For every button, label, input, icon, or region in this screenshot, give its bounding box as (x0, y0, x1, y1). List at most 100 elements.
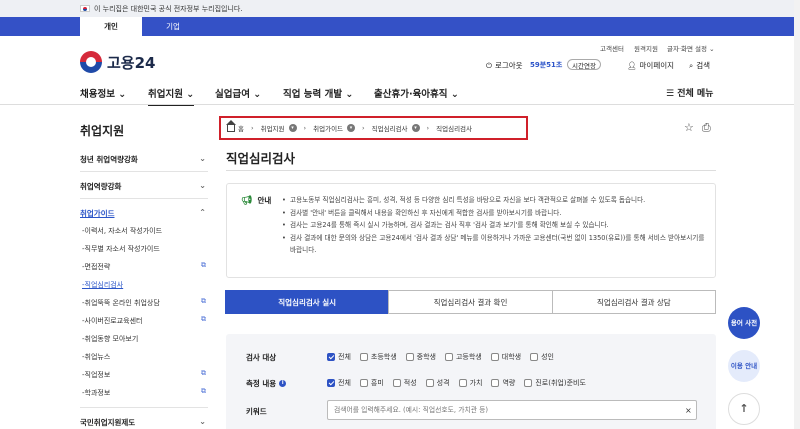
breadcrumb-item[interactable]: 취업지원 (261, 123, 285, 133)
logout-button[interactable]: ⏻ 로그아웃 (486, 60, 523, 71)
measure-options: 전체 흥미 적성 성격 가치 역량 진로(취업)준비도 (327, 378, 595, 388)
option-label: 성인 (541, 353, 554, 361)
sidebar-title: 취업지원 (80, 124, 125, 138)
logo-text: 고용24 (107, 53, 156, 72)
sidebar-sub-online-counsel[interactable]: -취업뚝뚝 온라인 취업상담 ⧉ (82, 297, 208, 308)
sidebar-sub-interview[interactable]: -면접전략 ⧉ (82, 261, 208, 272)
breadcrumb-separator-icon: › (362, 124, 365, 132)
target-option-college[interactable]: 대학생 (490, 352, 521, 362)
display-settings-link[interactable]: 글자·화면 설정 ⌄ (667, 43, 715, 53)
gnb-skill-development[interactable]: 직업 능력 개발 ⌄ (283, 86, 353, 100)
sidebar-item-national-support[interactable]: 국민취업지원제도 ⌄ (80, 417, 208, 428)
checkbox-icon (359, 353, 368, 361)
external-link-icon: ⧉ (201, 297, 206, 305)
gnb-job-info[interactable]: 채용정보 ⌄ (80, 86, 126, 100)
measure-option-all[interactable]: 전체 (327, 378, 351, 388)
sidebar-sub-psych-test[interactable]: -직업심리검사 (82, 280, 208, 290)
option-label: 중학생 (416, 353, 436, 361)
mypage-label: 마이페이지 (639, 61, 675, 70)
print-icon[interactable]: ⎙ (702, 121, 711, 135)
target-option-all[interactable]: 전체 (327, 352, 351, 362)
tab-check-results[interactable]: 직업심리검사 결과 확인 (388, 290, 553, 314)
sidebar-sub-label: -학과정보 (82, 389, 111, 397)
breadcrumb-home[interactable]: 홈 (238, 123, 244, 133)
measure-option-readiness[interactable]: 진로(취업)준비도 (524, 378, 586, 388)
target-option-elementary[interactable]: 초등학생 (359, 352, 397, 362)
measure-option-aptitude[interactable]: 적성 (392, 378, 417, 388)
option-label: 진로(취업)준비도 (535, 379, 586, 387)
page-scrollbar[interactable] (794, 0, 800, 429)
sidebar-sub-major-info[interactable]: -학과정보 ⧉ (82, 387, 208, 398)
breadcrumb-current: 직업심리검사 (436, 125, 473, 133)
sidebar-sub-news[interactable]: -취업뉴스 (82, 352, 208, 362)
measure-option-values[interactable]: 가치 (458, 378, 482, 388)
gnb-employment-support[interactable]: 취업지원 ⌄ (148, 86, 195, 106)
breadcrumb-separator-icon: › (426, 124, 430, 132)
star-icon[interactable]: ☆ (684, 121, 694, 135)
gov-banner: 이 누리집은 대한민국 공식 전자정부 누리집입니다. (0, 0, 800, 17)
target-options: 전체 초등학생 중학생 고등학생 대학생 성인 (327, 352, 563, 362)
target-option-high[interactable]: 고등학생 (444, 352, 482, 362)
info-icon[interactable]: i (279, 380, 287, 387)
sidebar-sub-resume[interactable]: -이력서, 자소서 작성가이드 (82, 226, 208, 236)
breadcrumb-dropdown-icon[interactable]: ▾ (288, 124, 297, 132)
sidebar-item-guide[interactable]: 취업가이드 ⌃ (80, 208, 208, 219)
measure-option-competency[interactable]: 역량 (491, 378, 515, 388)
checkbox-icon (392, 379, 401, 387)
glossary-button[interactable]: 용어 사전 (728, 307, 760, 339)
checkbox-icon (458, 379, 467, 387)
measure-label-text: 측정 내용 (246, 379, 277, 388)
checkbox-icon (405, 353, 414, 361)
user-icon: 👤︎ (627, 61, 637, 70)
sidebar-sub-label: -면접전략 (82, 263, 111, 271)
search-icon: ⌕ (689, 60, 694, 70)
sidebar-item-youth[interactable]: 청년 취업역량강화 ⌄ (80, 154, 208, 165)
mypage-button[interactable]: 👤︎ 마이페이지 (627, 60, 674, 71)
breadcrumb-dropdown-icon[interactable]: ▾ (411, 124, 420, 132)
sidebar-sub-label: -사이버진로교육센터 (82, 317, 143, 325)
sidebar-sub-job-cover[interactable]: -직무별 자소서 작성가이드 (82, 244, 208, 254)
breadcrumb-item[interactable]: 직업심리검사 (372, 123, 408, 133)
extend-session-button[interactable]: 시간연장 (567, 59, 601, 70)
all-menu-button[interactable]: ☰ 전체 메뉴 (666, 86, 713, 99)
sidebar-sub-cyber-career[interactable]: -사이버진로교육센터 ⧉ (82, 315, 208, 326)
search-button[interactable]: ⌕ 검색 (689, 60, 710, 71)
target-label: 검사 대상 (246, 353, 277, 362)
tab-result-counsel[interactable]: 직업심리검사 결과 상담 (551, 290, 716, 314)
scroll-top-button[interactable]: ↑ (728, 393, 760, 425)
logo[interactable]: 고용24 (80, 51, 155, 73)
sidebar-sub-label: -취업뚝뚝 온라인 취업상담 (82, 299, 160, 307)
keyword-input[interactable] (327, 400, 697, 420)
remote-support-link[interactable]: 원격지원 (634, 43, 658, 53)
checkbox-icon (425, 379, 434, 387)
megaphone-icon: 📢︎ (241, 195, 253, 206)
option-label: 고등학생 (455, 353, 482, 361)
title-divider (226, 170, 716, 171)
hamburger-icon: ☰ (666, 89, 678, 99)
korea-flag-icon (80, 5, 90, 12)
page-tools: ☆ ⎙ (684, 121, 711, 135)
tab-take-test[interactable]: 직업심리검사 실시 (225, 290, 390, 314)
target-option-middle[interactable]: 중학생 (405, 352, 436, 362)
notice-box: 📢︎ 안내 고용노동부 직업심리검사는 흥미, 성격, 적성 등 다양한 심리 … (226, 183, 716, 278)
measure-option-personality[interactable]: 성격 (425, 378, 450, 388)
target-option-adult[interactable]: 성인 (530, 352, 554, 362)
breadcrumb-dropdown-icon[interactable]: ▾ (347, 124, 356, 132)
clear-icon[interactable]: × (685, 406, 692, 415)
chevron-up-icon: ⌃ (199, 208, 206, 217)
sidebar-divider (80, 407, 208, 408)
power-icon: ⏻ (486, 60, 492, 70)
gnb-unemployment-benefit[interactable]: 실업급여 ⌄ (215, 86, 261, 100)
sidebar-item-capability[interactable]: 취업역량강화 ⌄ (80, 181, 208, 192)
breadcrumb-item[interactable]: 취업가이드 (313, 123, 343, 133)
gnb-parental-leave[interactable]: 출산휴가·육아휴직 ⌄ (374, 86, 459, 100)
sidebar-sub-trends[interactable]: -취업동향 모아보기 (82, 334, 208, 344)
customer-center-link[interactable]: 고객센터 (600, 43, 624, 53)
tab-business[interactable]: 기업 (142, 17, 204, 36)
tab-personal[interactable]: 개인 (80, 17, 142, 36)
measure-option-interest[interactable]: 흥미 (359, 378, 384, 388)
usage-guide-button[interactable]: 이용 안내 (728, 350, 760, 382)
sidebar-sub-job-info[interactable]: -직업정보 ⧉ (82, 369, 208, 380)
breadcrumb: 홈 › 취업지원 ▾ › 취업가이드 ▾ › 직업심리검사 ▾ › 직업심리검사 (219, 116, 528, 140)
sidebar-item-label: 청년 취업역량강화 (80, 155, 138, 164)
